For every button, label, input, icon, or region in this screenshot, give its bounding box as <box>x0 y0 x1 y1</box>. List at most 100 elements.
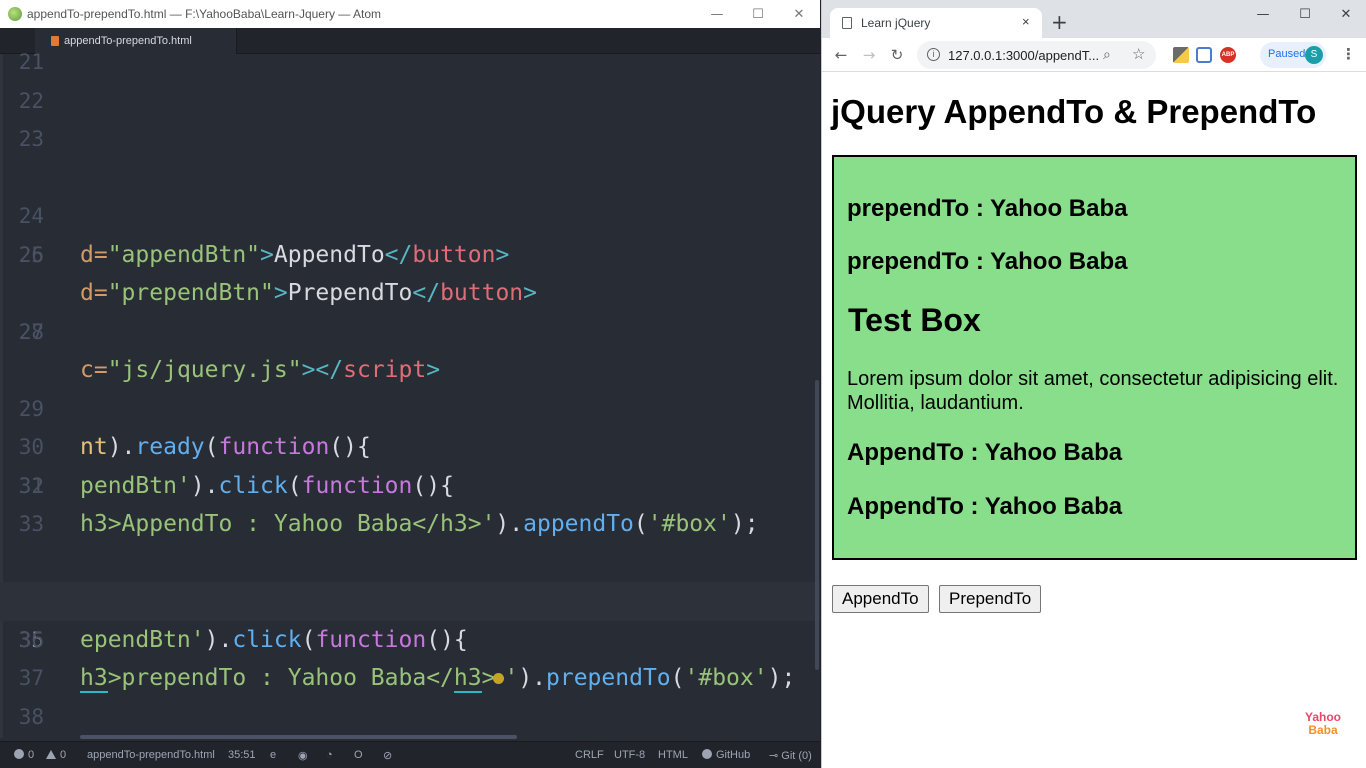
opera-icon[interactable]: O <box>354 749 363 761</box>
horizontal-scrollbar[interactable] <box>80 735 517 739</box>
maximize-icon[interactable]: ☐ <box>737 0 779 28</box>
code-line[interactable]: 37 <box>0 659 820 698</box>
extension-icon[interactable] <box>1196 47 1212 63</box>
line-number: 26 <box>18 242 44 267</box>
status-encoding[interactable]: UTF-8 <box>614 749 645 761</box>
box-paragraph: Lorem ipsum dolor sit amet, consectetur … <box>847 368 1339 414</box>
close-icon[interactable]: ✕ <box>778 0 820 28</box>
line-number: 37 <box>18 666 44 690</box>
warning-count-label: 0 <box>60 749 67 761</box>
chrome-toolbar: ← → ↻ i 127.0.0.1:3000/appendT... ⌕ ☆ AB… <box>822 38 1366 72</box>
error-icon <box>14 749 24 759</box>
chrome-window: Learn jQuery × + — ☐ ✕ ← → ↻ i 127.0.0.1… <box>821 0 1366 768</box>
minimize-icon[interactable]: — <box>696 0 738 28</box>
eyedropper-extension-icon[interactable] <box>1173 47 1189 63</box>
code-line[interactable]: 23 <box>0 120 820 159</box>
prepended-heading: prependTo : Yahoo Baba <box>847 248 1128 275</box>
code-line[interactable]: 29 nt).ready(function(){ <box>0 351 820 461</box>
zoom-icon[interactable]: ⌕ <box>1103 46 1111 63</box>
code-line[interactable]: 21 <box>0 43 820 82</box>
github-label: GitHub <box>716 749 751 761</box>
yahoo-baba-logo: Yahoo Baba <box>1305 711 1341 737</box>
github-icon <box>702 749 712 759</box>
forward-icon[interactable]: → <box>858 44 880 66</box>
code-line[interactable]: 32 <box>0 467 820 506</box>
ie-icon[interactable]: e <box>270 749 276 761</box>
new-tab-button[interactable]: + <box>1051 10 1068 34</box>
code-line[interactable]: 24 d="appendBtn">AppendTo</button> <box>0 159 820 268</box>
code-line[interactable]: 26 <box>0 236 820 275</box>
line-number: 22 <box>18 88 44 113</box>
git-label: Git (0) <box>781 750 812 762</box>
chrome-tab-title: Learn jQuery <box>861 16 931 30</box>
line-number: 36 <box>18 627 44 652</box>
address-bar[interactable]: i 127.0.0.1:3000/appendT... ⌕ ☆ <box>917 41 1156 69</box>
chrome-minimize-icon[interactable]: — <box>1242 0 1284 28</box>
code-line[interactable]: 28 <box>0 313 820 352</box>
chrome-tab-strip: Learn jQuery × + — ☐ ✕ <box>822 0 1366 38</box>
atom-titlebar: appendTo-prependTo.html — F:\YahooBaba\L… <box>0 0 820 28</box>
line-number: 21 <box>18 50 44 74</box>
safari-icon[interactable]: ⊘ <box>383 749 392 762</box>
code-line[interactable]: 31 h3>AppendTo : Yahoo Baba</h3>').appen… <box>0 428 820 538</box>
back-icon[interactable]: ← <box>830 44 852 66</box>
line-number: 23 <box>18 127 44 151</box>
error-count-label: 0 <box>28 749 35 761</box>
code-line[interactable]: 38 <box>0 698 820 737</box>
box-title: Test Box <box>848 302 981 338</box>
code-line[interactable]: 25 d="prependBtn">PrependTo</button> <box>0 197 820 307</box>
atom-app-icon <box>8 7 22 21</box>
prepend-button[interactable]: PrependTo <box>939 585 1042 613</box>
atom-editor-window: appendTo-prependTo.html — F:\YahooBaba\L… <box>0 0 820 768</box>
append-button[interactable]: AppendTo <box>832 585 929 613</box>
test-box: prependTo : Yahoo Baba prependTo : Yahoo… <box>832 155 1357 560</box>
git-commit-icon: ⊸ <box>769 750 782 762</box>
page-viewport: jQuery AppendTo & PrependTo prependTo : … <box>822 73 1366 768</box>
chrome-menu-icon[interactable]: ⋮ <box>1341 45 1356 63</box>
code-editor[interactable]: 21 22 23 24 d="appendBtn">AppendTo</butt… <box>0 43 820 738</box>
status-github[interactable]: GitHub <box>702 749 750 761</box>
warning-count[interactable]: 0 <box>46 749 66 761</box>
address-url: 127.0.0.1:3000/appendT... <box>948 48 1100 63</box>
prepended-heading: prependTo : Yahoo Baba <box>847 195 1128 222</box>
code-line[interactable]: 34 ependBtn').click(function(){ <box>0 544 820 653</box>
code-line[interactable]: 33 <box>0 505 820 544</box>
status-cursor-position[interactable]: 35:51 <box>228 749 256 761</box>
line-number: 32 <box>18 473 44 498</box>
appended-heading: AppendTo : Yahoo Baba <box>847 439 1123 466</box>
status-line-ending[interactable]: CRLF <box>575 749 604 761</box>
profile-paused-button[interactable]: Paused S <box>1260 42 1326 68</box>
line-number: 38 <box>18 704 44 729</box>
code-line[interactable]: 22 <box>0 82 820 121</box>
code-line[interactable]: 27 c="js/jquery.js"></script> <box>0 274 820 384</box>
bookmark-star-icon[interactable]: ☆ <box>1132 45 1145 63</box>
chrome-close-icon[interactable]: ✕ <box>1325 0 1366 28</box>
vertical-scrollbar[interactable] <box>815 380 819 670</box>
logo-line-2: Baba <box>1308 723 1338 737</box>
status-git[interactable]: ⊸ Git (0) <box>769 749 812 762</box>
page-title: jQuery AppendTo & PrependTo <box>831 93 1317 130</box>
reload-icon[interactable]: ↻ <box>886 44 908 66</box>
chrome-icon[interactable]: ◉ <box>298 749 308 762</box>
code-line[interactable]: 30 pendBtn').click(function(){ <box>0 390 820 499</box>
code-line-active[interactable]: 35 h3>prependTo : Yahoo Baba</h3> ').prep… <box>0 582 820 693</box>
status-grammar[interactable]: HTML <box>658 749 688 761</box>
chrome-tab[interactable]: Learn jQuery × <box>830 8 1042 38</box>
atom-status-bar: 0 0 appendTo-prependTo.html 35:51 e ◉ ◔ … <box>0 741 820 768</box>
page-icon <box>842 17 852 29</box>
status-file-path[interactable]: appendTo-prependTo.html <box>87 749 215 761</box>
firefox-icon[interactable]: ◔ <box>326 749 333 761</box>
chrome-maximize-icon[interactable]: ☐ <box>1284 0 1326 28</box>
tab-close-icon[interactable]: × <box>1022 14 1030 29</box>
adblock-plus-icon[interactable]: ABP <box>1220 47 1236 63</box>
paused-label: Paused <box>1268 48 1306 60</box>
info-icon: i <box>927 48 940 61</box>
line-number: 33 <box>18 512 44 536</box>
code-line[interactable]: 36 <box>0 621 820 660</box>
appended-heading: AppendTo : Yahoo Baba <box>847 493 1123 520</box>
error-count[interactable]: 0 <box>14 749 34 761</box>
avatar: S <box>1305 46 1323 64</box>
atom-window-title: appendTo-prependTo.html — F:\YahooBaba\L… <box>27 7 381 21</box>
warning-icon <box>46 750 56 759</box>
line-number: 28 <box>18 319 44 344</box>
